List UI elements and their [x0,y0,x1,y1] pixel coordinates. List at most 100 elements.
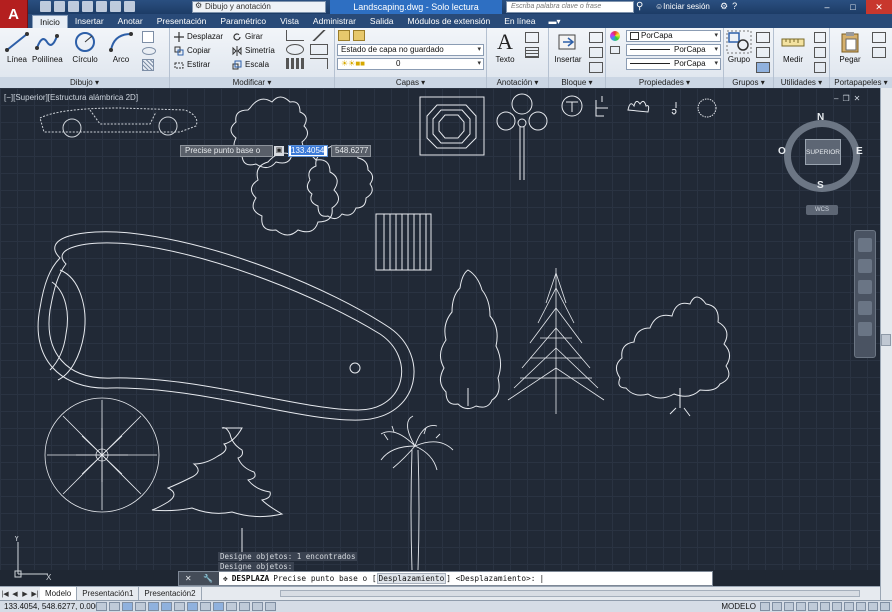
tab-parametrico[interactable]: Paramétrico [213,15,273,28]
selection-cycling-toggle[interactable] [265,602,276,611]
layer-properties-icon[interactable] [338,30,350,41]
viewport-controls-label[interactable]: [−][Superior][Estructura alámbrica 2D] [4,93,138,102]
match-properties-icon[interactable] [610,31,620,41]
group-button[interactable]: Grupo [724,30,754,64]
cypress-tree-block[interactable] [440,269,502,410]
viewcube-top-face[interactable]: SUPERIOR [805,139,841,165]
car-block[interactable] [39,107,198,138]
layer-states-icon[interactable] [353,30,365,41]
dimension-icon[interactable] [525,32,539,43]
mirror-button[interactable]: Simetría [232,44,275,57]
infer-constraints-toggle[interactable] [96,602,107,611]
ortho-toggle[interactable] [135,602,146,611]
tab-en-linea[interactable]: En línea [497,15,542,28]
minimize-button[interactable]: – [814,0,840,14]
calculator-icon[interactable] [814,47,826,58]
first-layout-icon[interactable]: |◀ [0,590,10,598]
array-icon[interactable] [286,58,304,69]
copy-button[interactable]: Copiar [174,44,211,57]
viewport-restore-icon[interactable]: ❐ [842,94,849,103]
close-command-icon[interactable]: ✕ [185,574,192,583]
workspace-switch-icon[interactable] [820,602,830,611]
lock-ui-icon[interactable] [832,602,842,611]
viewport-minimize-icon[interactable]: – [834,94,838,103]
fillet-icon[interactable] [286,30,304,41]
close-button[interactable]: ✕ [866,0,892,14]
tree-plan-block[interactable] [44,397,160,513]
layer-state-dropdown[interactable]: Estado de capa no guardado [337,44,484,56]
lineweight-toggle[interactable] [226,602,237,611]
shrub-cluster-block[interactable] [230,96,374,236]
panel-title-block[interactable]: Bloque [549,77,605,88]
rectangle-icon[interactable] [142,31,154,43]
rotate-button[interactable]: Girar [232,30,263,43]
street-lamp-block[interactable] [496,93,548,180]
ellipse-icon[interactable] [142,47,156,55]
deciduous-tree-block[interactable] [616,296,730,417]
plot-icon[interactable] [96,1,107,12]
viewcube[interactable]: SUPERIOR N S E O [778,112,866,198]
command-line[interactable]: ✕ 🔧 ✥ DESPLAZA Precise punto base o [ De… [178,571,713,586]
save-as-icon[interactable] [82,1,93,12]
copy-clip-icon[interactable] [872,47,886,58]
clean-screen-icon[interactable] [880,602,890,611]
explode-icon[interactable] [310,44,328,55]
search-icon[interactable]: ⚲ [636,0,643,14]
pool-block[interactable] [37,231,415,421]
viewport-close-icon[interactable]: ✕ [854,94,861,103]
panel-title-annotation[interactable]: Anotación [487,77,548,88]
isolate-objects-icon[interactable] [856,602,866,611]
hatch-icon[interactable] [142,59,154,71]
annotation-scale-icon[interactable] [784,602,794,611]
compass-west[interactable]: O [778,146,786,157]
vertical-scroll-thumb[interactable] [881,334,891,346]
small-symbols[interactable] [561,95,717,118]
zoom-icon[interactable] [858,280,872,294]
fountain-block[interactable] [419,96,485,156]
status-menu-icon[interactable] [868,602,878,611]
group-edit-icon[interactable] [756,47,770,58]
fir-tree-block[interactable] [151,427,284,554]
panel-title-utilities[interactable]: Utilidades [774,77,829,88]
tab-presentacion[interactable]: Presentación [150,15,214,28]
bench-block[interactable] [375,213,432,271]
trim-icon[interactable] [310,58,328,69]
3d-osnap-toggle[interactable] [174,602,185,611]
redo-icon[interactable] [124,1,135,12]
auto-scale-icon[interactable] [808,602,818,611]
move-button[interactable]: Desplazar [174,30,223,43]
coordinate-readout[interactable]: 133.4054, 548.6277, 0.0000 [0,602,104,611]
polyline-button[interactable]: Polilínea [32,30,63,64]
circle-button[interactable]: Círculo [70,30,100,64]
showmotion-icon[interactable] [858,322,872,336]
palm-tree-block[interactable] [380,415,454,570]
group-select-icon[interactable] [756,62,770,73]
panel-title-groups[interactable]: Grupos [724,77,773,88]
tab-inicio[interactable]: Inicio [32,15,68,28]
attributes-icon[interactable] [589,62,603,73]
scale-button[interactable]: Escala [232,58,269,71]
dyn-toggle[interactable] [213,602,224,611]
layout-tab-modelo[interactable]: Modelo [40,587,78,600]
ribbon-toggle-icon[interactable]: ▬▾ [548,15,560,28]
model-space-button[interactable]: MODELO [721,602,756,611]
steering-wheel-icon[interactable] [858,238,872,252]
id-point-icon[interactable] [814,62,826,73]
help-icon[interactable]: ? [732,1,737,12]
wcs-menu[interactable]: WCS [806,205,838,215]
panel-title-properties[interactable]: Propiedades [606,77,723,88]
polar-toggle[interactable] [148,602,159,611]
paste-button[interactable]: Pegar [834,30,866,64]
osnap-toggle[interactable] [161,602,172,611]
undo-icon[interactable] [110,1,121,12]
grid-toggle[interactable] [122,602,133,611]
text-button[interactable]: A Texto [489,30,521,65]
pan-icon[interactable] [858,259,872,273]
color-dropdown[interactable]: PorCapa [626,30,721,42]
table-icon[interactable] [525,47,539,58]
offset-icon[interactable] [286,44,304,55]
sign-in-link[interactable]: Iniciar sesión [655,0,710,14]
compass-south[interactable]: S [817,180,824,191]
quick-properties-toggle[interactable] [252,602,263,611]
lineweight-dropdown[interactable]: PorCapa [626,58,721,70]
